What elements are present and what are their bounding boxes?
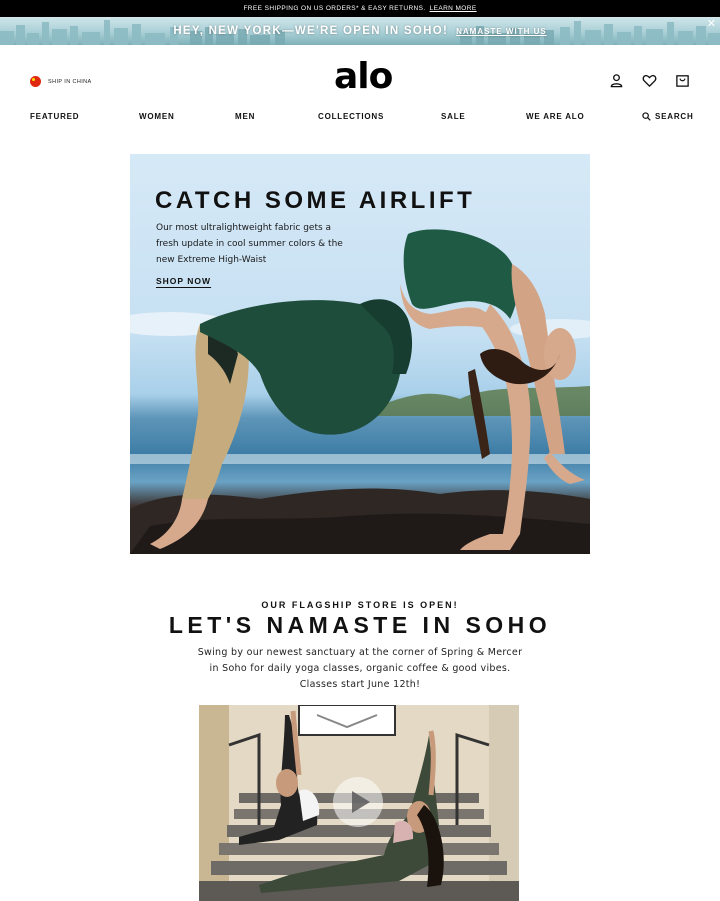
alo-logo[interactable]: alo: [334, 57, 393, 97]
promo-message: HEY, NEW YORK—WE'RE OPEN IN SOHO!: [173, 25, 449, 37]
announcement-bar: FREE SHIPPING ON US ORDERS* & EASY RETUR…: [0, 0, 720, 17]
flagship-line-3: Classes start June 12th!: [299, 679, 421, 690]
search-icon: [642, 112, 651, 121]
hero-description: Our most ultralightweight fabric gets a …: [156, 223, 343, 265]
announcement-text: FREE SHIPPING ON US ORDERS* & EASY RETUR…: [243, 5, 426, 12]
flagship-eyebrow: OUR FLAGSHIP STORE IS OPEN!: [261, 600, 459, 610]
flagship-line-2: in Soho for daily yoga classes, organic …: [209, 663, 511, 674]
heart-icon[interactable]: [642, 73, 657, 88]
flagship-section: OUR FLAGSHIP STORE IS OPEN! LET'S NAMAST…: [0, 600, 720, 693]
header-actions: [609, 73, 690, 88]
search-label: SEARCH: [655, 112, 694, 121]
play-icon: [351, 791, 370, 813]
site-header: SHIP IN CHINA alo: [0, 45, 720, 110]
close-icon[interactable]: ✕: [707, 19, 716, 30]
flagship-line-1: Swing by our newest sanctuary at the cor…: [197, 647, 523, 658]
ship-to-selector[interactable]: SHIP IN CHINA: [30, 76, 92, 87]
ship-label: SHIP IN CHINA: [48, 78, 92, 85]
search-button[interactable]: SEARCH: [642, 112, 694, 121]
nav-women[interactable]: WOMEN: [139, 112, 175, 121]
user-icon[interactable]: [609, 73, 624, 88]
hero-banner[interactable]: CATCH SOME AIRLIFT Our most ultralightwe…: [130, 154, 590, 554]
nav-sale[interactable]: SALE: [441, 112, 466, 121]
promo-text-group: HEY, NEW YORK—WE'RE OPEN IN SOHO! NAMAST…: [173, 25, 546, 37]
flagship-description: Swing by our newest sanctuary at the cor…: [0, 645, 720, 693]
nav-we-are-alo[interactable]: WE ARE ALO: [526, 112, 585, 121]
nav-collections[interactable]: COLLECTIONS: [318, 112, 384, 121]
promo-banner: HEY, NEW YORK—WE'RE OPEN IN SOHO! NAMAST…: [0, 17, 720, 45]
hero-title: CATCH SOME AIRLIFT: [155, 187, 476, 214]
bag-icon[interactable]: [675, 73, 690, 88]
main-nav: FEATURED WOMEN MEN COLLECTIONS SALE WE A…: [0, 112, 720, 128]
nav-featured[interactable]: FEATURED: [30, 112, 79, 121]
namaste-with-us-link[interactable]: NAMASTE WITH US: [456, 27, 547, 36]
soho-video-player[interactable]: [199, 705, 519, 901]
shop-now-link[interactable]: SHOP NOW: [156, 276, 211, 286]
nav-men[interactable]: MEN: [235, 112, 255, 121]
learn-more-link[interactable]: LEARN MORE: [430, 5, 477, 12]
play-button[interactable]: [333, 777, 383, 827]
flagship-headline: LET'S NAMASTE IN SOHO: [168, 612, 552, 638]
china-flag-icon: [30, 76, 41, 87]
